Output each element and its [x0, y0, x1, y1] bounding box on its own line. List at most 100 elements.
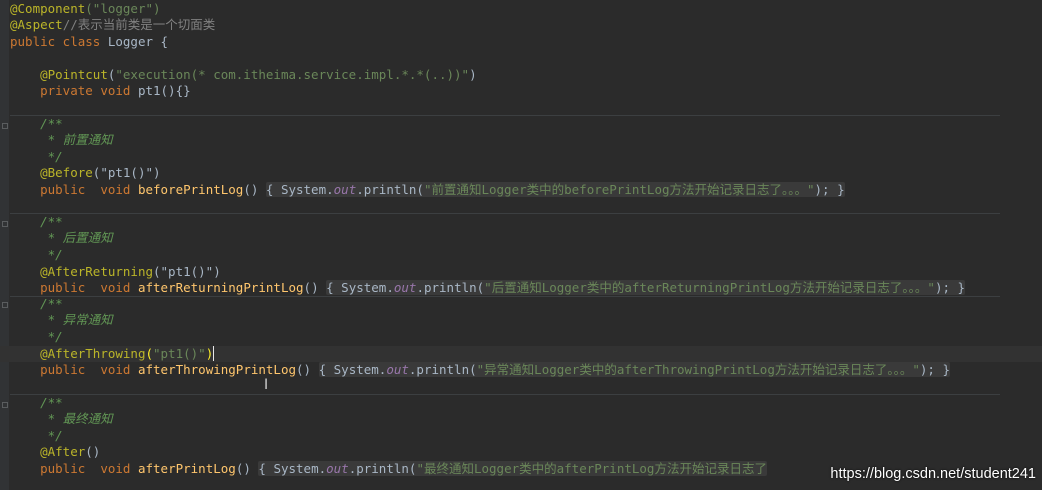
- doc-comment: * 前置通知: [40, 132, 113, 147]
- annotation: @AfterReturning: [40, 264, 153, 279]
- code-line[interactable]: /**: [10, 296, 63, 312]
- code-text: ); }: [934, 280, 966, 295]
- code-line[interactable]: private void pt1(){}: [10, 83, 191, 99]
- doc-comment: /**: [40, 214, 63, 229]
- keyword: public: [40, 461, 86, 476]
- code-text: ); }: [919, 362, 950, 377]
- annotation-argument: "pt1()": [153, 346, 206, 361]
- keyword: void: [100, 182, 131, 197]
- static-field: out: [326, 461, 349, 476]
- code-line[interactable]: * 前置通知: [10, 132, 113, 148]
- code-line[interactable]: @Before("pt1()"): [10, 165, 161, 181]
- code-line[interactable]: * 后置通知: [10, 230, 113, 246]
- code-line[interactable]: public class Logger {: [10, 34, 168, 50]
- static-field: out: [393, 280, 417, 295]
- method-name: beforePrintLog: [137, 182, 244, 197]
- code-line[interactable]: * 最终通知: [10, 411, 113, 427]
- keyword: void: [100, 461, 131, 476]
- method-separator: [10, 394, 1000, 395]
- annotation: @AfterThrowing: [40, 346, 146, 361]
- static-field: out: [333, 182, 357, 197]
- code-line[interactable]: /**: [10, 116, 63, 132]
- code-line[interactable]: @After(): [10, 444, 100, 460]
- string-literal: "前置通知Logger类中的beforePrintLog方法开始记录日志了。。。…: [423, 182, 815, 197]
- code-text: .println(: [348, 461, 417, 476]
- code-text: { System.: [318, 362, 387, 377]
- annotation: @Pointcut: [40, 67, 108, 82]
- line-comment: //表示当前类是一个切面类: [62, 17, 216, 32]
- code-line[interactable]: @AfterThrowing("pt1()"): [10, 346, 215, 362]
- paren: ): [469, 67, 477, 82]
- code-line[interactable]: public void beforePrintLog() { System.ou…: [10, 182, 845, 198]
- paren: (): [235, 461, 259, 476]
- code-line[interactable]: /**: [10, 395, 63, 411]
- code-line[interactable]: public void afterThrowingPrintLog() { Sy…: [10, 362, 950, 378]
- code-line[interactable]: public void afterPrintLog() { System.out…: [10, 461, 767, 477]
- folded-region[interactable]: { System.out.println("异常通知Logger类中的after…: [318, 362, 950, 377]
- watermark: https://blog.csdn.net/student241: [830, 466, 1036, 482]
- paren: (): [243, 182, 266, 197]
- fold-marker-icon[interactable]: [2, 402, 8, 408]
- code-line[interactable]: * 异常通知: [10, 312, 113, 328]
- method-body: (){}: [160, 83, 191, 98]
- fold-marker-icon[interactable]: [2, 123, 8, 129]
- keyword: void: [100, 280, 131, 295]
- keyword: void: [100, 362, 131, 377]
- string-literal: "后置通知Logger类中的afterReturningPrintLog方法开始…: [484, 280, 935, 295]
- folded-region[interactable]: { System.out.println("后置通知Logger类中的after…: [326, 280, 966, 295]
- method-separator: [10, 296, 1000, 297]
- annotation: @Aspect: [10, 17, 63, 32]
- annotation: @After: [40, 444, 86, 459]
- string-literal: "最终通知Logger类中的afterPrintLog方法开始记录日志了: [416, 461, 767, 476]
- code-line[interactable]: @AfterReturning("pt1()"): [10, 264, 221, 280]
- paren: (): [303, 280, 327, 295]
- fold-marker-icon[interactable]: [2, 221, 8, 227]
- annotation: @Component: [10, 1, 86, 16]
- text-cursor-icon: I: [264, 377, 269, 393]
- code-line[interactable]: /**: [10, 214, 63, 230]
- method-separator: [10, 213, 1000, 214]
- code-text: { System.: [258, 461, 327, 476]
- doc-comment: * 异常通知: [40, 312, 113, 327]
- code-line[interactable]: */: [10, 149, 63, 165]
- folded-region[interactable]: { System.out.println("最终通知Logger类中的after…: [258, 461, 767, 476]
- static-field: out: [386, 362, 409, 377]
- annotation-argument: (): [85, 444, 101, 459]
- code-text: .println(: [408, 362, 477, 377]
- folded-region[interactable]: { System.out.println("前置通知Logger类中的befor…: [265, 182, 845, 197]
- code-text: .println(: [356, 182, 424, 197]
- annotation: @Before: [40, 165, 93, 180]
- fold-marker-icon[interactable]: [2, 302, 8, 308]
- string-literal: "异常通知Logger类中的afterThrowingPrintLog方法开始记…: [476, 362, 920, 377]
- code-line[interactable]: @Component("logger"): [10, 1, 161, 17]
- paren-match-caret: ): [205, 346, 215, 361]
- code-line[interactable]: */: [10, 247, 63, 263]
- annotation-argument: ("pt1()"): [153, 264, 221, 279]
- code-text: .println(: [416, 280, 485, 295]
- method-name: pt1: [130, 83, 161, 98]
- paren-match: (: [145, 346, 153, 361]
- doc-comment: * 最终通知: [40, 411, 113, 426]
- method-name: afterReturningPrintLog: [137, 280, 304, 295]
- keyword: public: [40, 280, 86, 295]
- code-line[interactable]: */: [10, 329, 63, 345]
- code-line[interactable]: public void afterReturningPrintLog() { S…: [10, 280, 966, 296]
- code-line[interactable]: @Pointcut("execution(* com.itheima.servi…: [10, 67, 477, 83]
- annotation-argument: ("pt1()"): [92, 165, 161, 180]
- code-line[interactable]: */: [10, 428, 63, 444]
- code-text: { System.: [326, 280, 394, 295]
- method-name: afterThrowingPrintLog: [137, 362, 297, 377]
- keyword: public: [40, 362, 86, 377]
- doc-comment: /**: [40, 395, 63, 410]
- doc-comment: * 后置通知: [40, 230, 113, 245]
- code-editor[interactable]: @Component("logger") @Aspect//表示当前类是一个切面…: [0, 0, 1042, 490]
- doc-comment: */: [40, 149, 63, 164]
- class-declaration: Logger {: [100, 34, 169, 49]
- doc-comment: */: [40, 247, 63, 262]
- keyword: private void: [40, 83, 131, 98]
- doc-comment: */: [40, 428, 63, 443]
- doc-comment: /**: [40, 296, 63, 311]
- method-separator: [10, 115, 1000, 116]
- code-line[interactable]: @Aspect//表示当前类是一个切面类: [10, 17, 215, 33]
- keyword: public: [40, 182, 86, 197]
